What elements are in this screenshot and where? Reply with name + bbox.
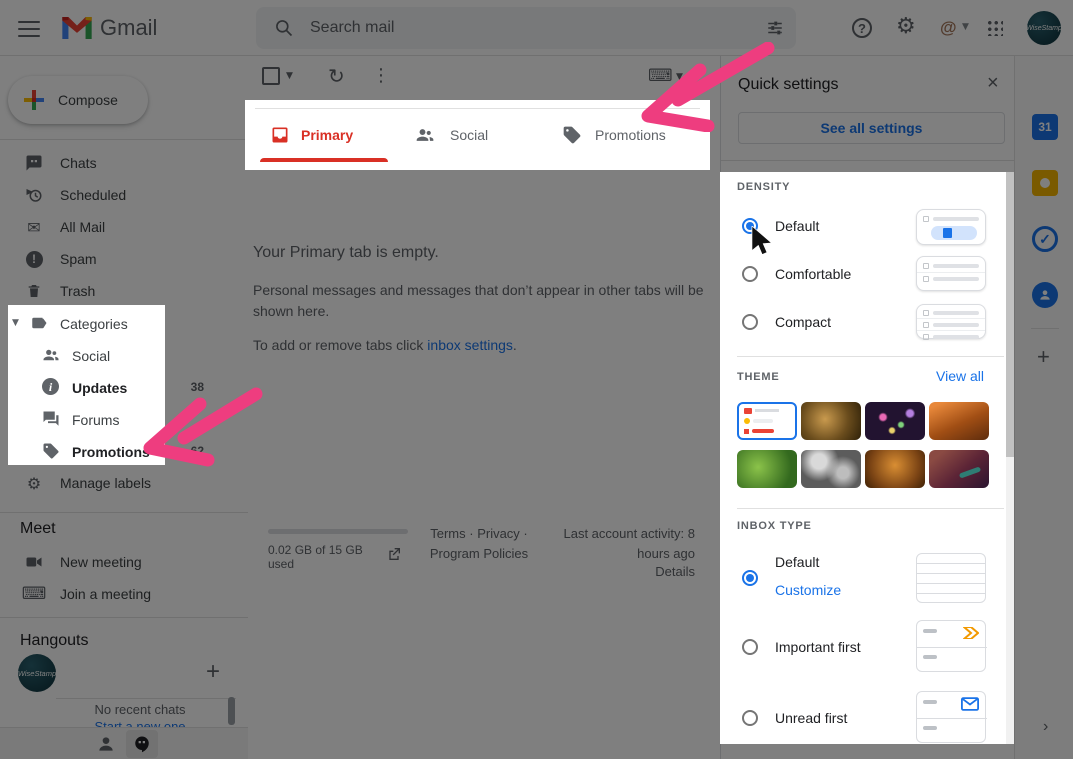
density-compact-radio[interactable] [742, 314, 758, 330]
density-default-label[interactable]: Default [775, 218, 819, 234]
inbox-default-thumbnail[interactable] [916, 553, 986, 603]
importance-marker-icon [963, 627, 979, 639]
people-icon [42, 346, 60, 369]
inbox-unread-thumbnail[interactable] [916, 691, 986, 743]
theme-thumbnail-canyon[interactable] [929, 402, 989, 440]
density-compact-thumbnail[interactable] [916, 304, 986, 339]
primary-inbox-icon [270, 125, 290, 145]
theme-thumbnail-leaves[interactable] [865, 450, 925, 488]
tab-primary[interactable]: Primary [260, 110, 390, 162]
sidebar-item-forums[interactable]: Forums [8, 403, 165, 435]
density-section-title: DENSITY [737, 181, 790, 193]
inbox-customize-link[interactable]: Customize [775, 582, 841, 598]
density-compact-label[interactable]: Compact [775, 314, 831, 330]
inbox-important-label[interactable]: Important first [775, 639, 861, 655]
active-tab-underline [260, 158, 388, 162]
categories-spotlight: ▼ Categories Social i Updates Forums [8, 305, 165, 465]
theme-thumbnail-spheres[interactable] [801, 450, 861, 488]
sidebar-item-social[interactable]: Social [8, 339, 165, 371]
unread-envelope-icon [961, 697, 979, 711]
theme-view-all-link[interactable]: View all [936, 368, 984, 384]
density-comfortable-thumbnail[interactable] [916, 256, 986, 291]
inbox-tabs-spotlight: Primary Social Promotions [245, 100, 710, 170]
theme-thumbnail-chess[interactable] [801, 402, 861, 440]
collapse-caret-icon[interactable]: ▼ [12, 318, 19, 328]
label-tag-icon [30, 314, 48, 337]
tab-promotions[interactable]: Promotions [552, 110, 697, 162]
inbox-important-thumbnail[interactable] [916, 620, 986, 672]
promotions-tag-icon [562, 125, 582, 145]
density-comfortable-radio[interactable] [742, 266, 758, 282]
sidebar-item-updates[interactable]: i Updates [8, 371, 165, 403]
theme-thumbnail-river[interactable] [929, 450, 989, 488]
settings-scrollbar-thumb[interactable] [1006, 172, 1014, 457]
info-icon: i [42, 378, 59, 395]
density-comfortable-label[interactable]: Comfortable [775, 266, 851, 282]
density-default-radio[interactable] [742, 218, 758, 234]
inbox-unread-radio[interactable] [742, 710, 758, 726]
sidebar-item-categories[interactable]: ▼ Categories [8, 307, 165, 339]
theme-thumbnail-green[interactable] [737, 450, 797, 488]
forum-icon [42, 410, 60, 433]
promotions-tag-icon [42, 442, 60, 465]
theme-section-title: THEME [737, 371, 780, 383]
inbox-unread-label[interactable]: Unread first [775, 710, 847, 726]
quick-settings-spotlight: DENSITY Default Comfortable Compact THEM… [720, 172, 1014, 744]
inbox-type-section-title: INBOX TYPE [737, 520, 812, 532]
inbox-important-radio[interactable] [742, 639, 758, 655]
inbox-default-label[interactable]: Default [775, 554, 819, 570]
social-people-icon [415, 125, 435, 145]
gmail-window: Gmail ? ⚙ @ ▼ WiseStamp [0, 0, 1073, 759]
settings-scrollbar-track[interactable] [1006, 172, 1014, 744]
tab-social[interactable]: Social [405, 110, 535, 162]
sidebar-item-promotions[interactable]: Promotions [8, 435, 165, 467]
theme-thumbnail-default[interactable] [737, 402, 797, 440]
inbox-default-radio[interactable] [742, 570, 758, 586]
density-default-thumbnail[interactable] [916, 209, 986, 245]
theme-thumbnail-bokeh[interactable] [865, 402, 925, 440]
